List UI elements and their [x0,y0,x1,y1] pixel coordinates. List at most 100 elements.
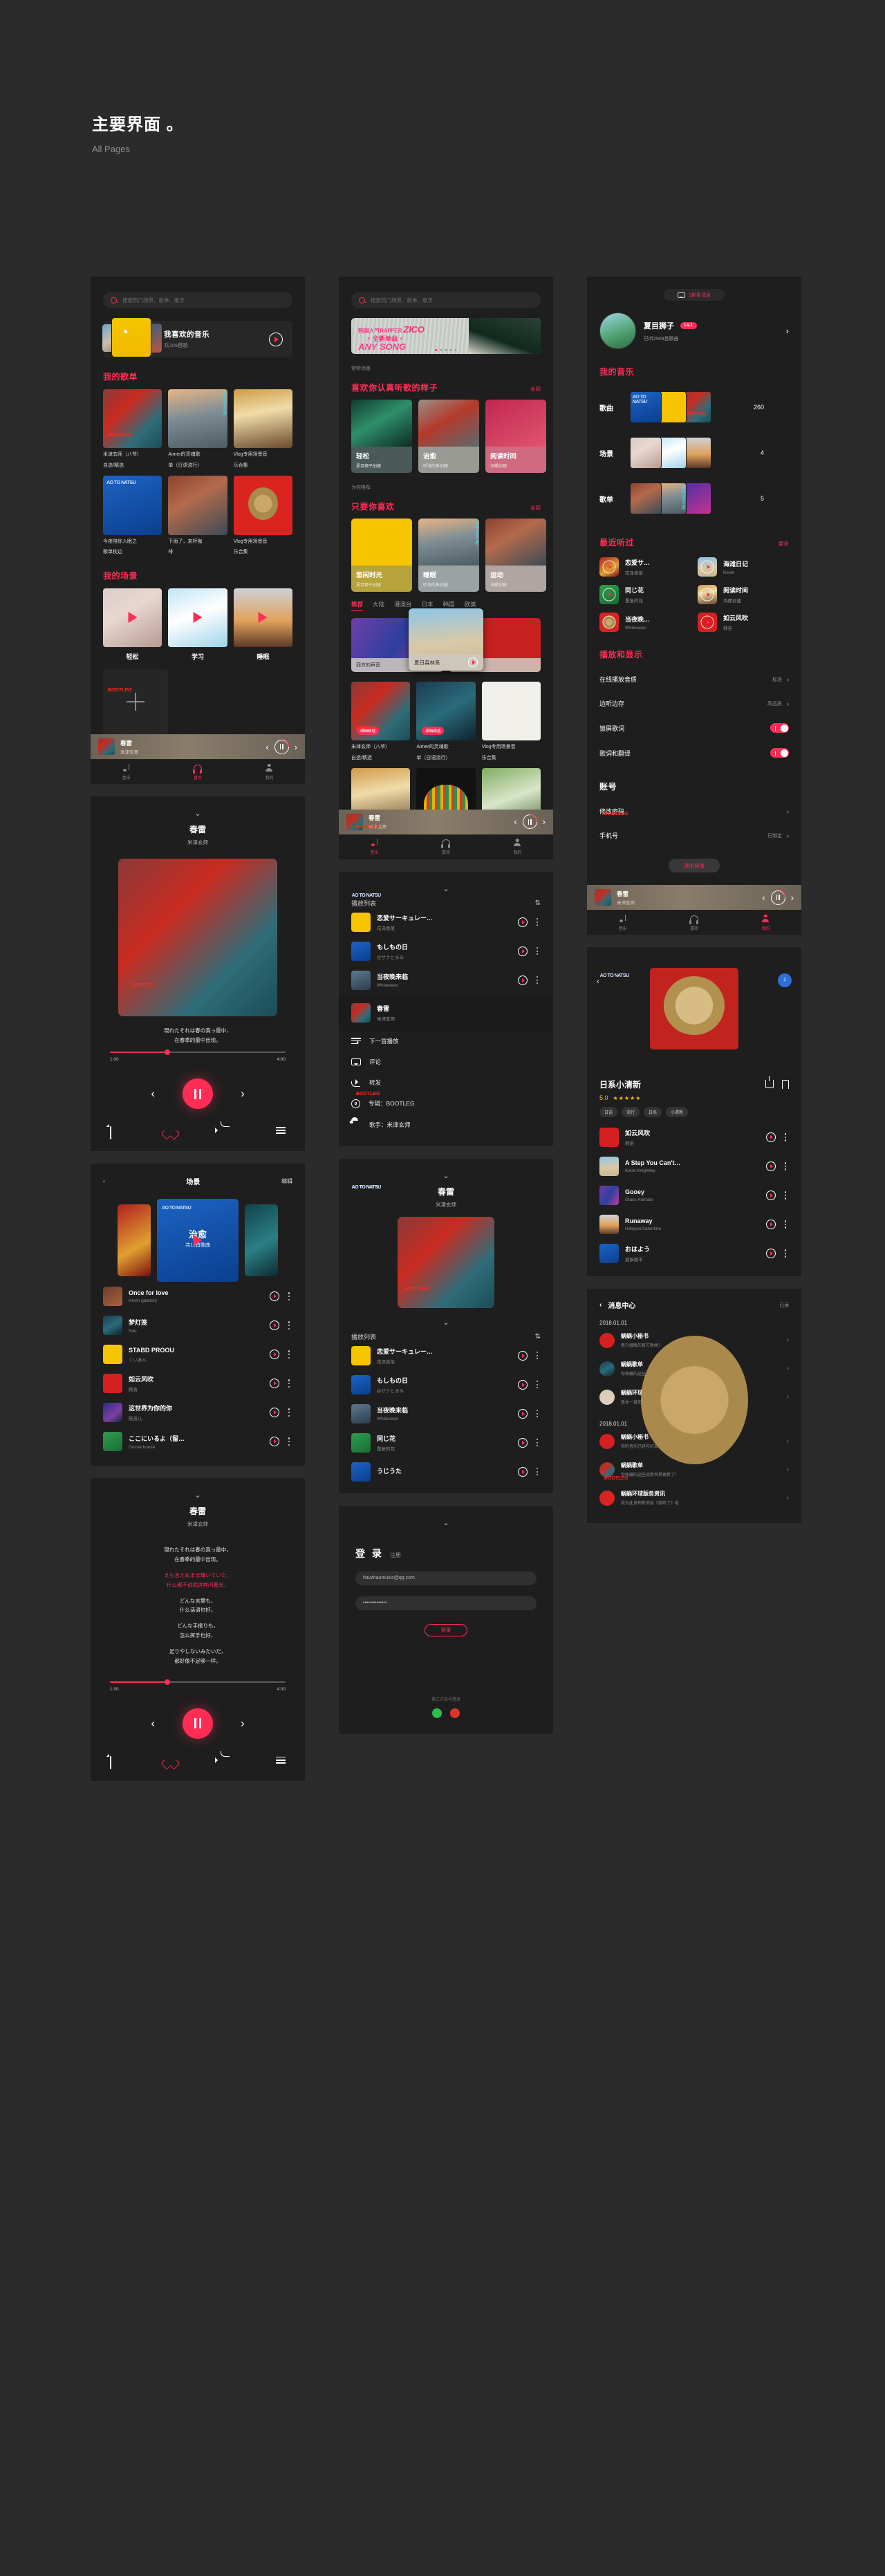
tab-western[interactable]: 欧美 [465,600,476,608]
next-icon[interactable]: › [791,893,794,902]
toggle-switch[interactable] [770,748,789,758]
chevron-down-icon[interactable]: ⌄ [91,796,305,818]
tab-music[interactable]: 音乐 [91,763,162,781]
more-icon[interactable] [286,1379,292,1388]
menu-item-play-next[interactable]: 下一首播放 [339,1031,553,1052]
next-button[interactable]: › [241,1717,245,1730]
progress-slider[interactable] [110,1679,286,1685]
play-icon[interactable] [518,917,528,927]
list-item[interactable]: 恋爱サーキュレー… 花泽香菜 [339,908,553,937]
list-item[interactable]: 蜗蜗环球版务资讯 我为此发布新消息《我听了》啦 › [587,1484,801,1512]
playlist-card[interactable]: 编辑精选 Aimer的灵魂歌 单（日语流行） [416,682,476,762]
carousel-dots[interactable] [435,349,457,351]
more-icon[interactable] [534,976,541,984]
recent-item[interactable]: 如云风吹 韩奋 [698,613,789,632]
list-item[interactable]: Once for love Kevin galatory [91,1282,305,1311]
more-icon[interactable] [534,1439,541,1447]
recent-item[interactable]: 海滩日记 Kevin [698,557,789,577]
mini-player[interactable]: 春雷 米津玄师 ‹ › [339,809,553,834]
play-icon[interactable] [270,1408,279,1418]
chevron-down-icon[interactable]: ⌄ [339,1506,553,1527]
more-icon[interactable] [782,1220,789,1229]
carousel-prev-card[interactable] [118,1204,151,1277]
scene-card[interactable]: 轻松 [103,588,162,661]
previous-icon[interactable]: ‹ [266,743,268,752]
recommend-card[interactable]: 运动 海螺创建 [485,519,546,592]
previous-icon[interactable]: ‹ [514,817,516,826]
pause-button[interactable] [183,1079,213,1110]
promo-banner[interactable]: 韩国人气RAPPER ZICO ⚡ 全新单曲 ⚡ ANY SONG [351,318,541,354]
tag[interactable]: 流行 [622,1107,640,1117]
list-item[interactable]: Gooey Glass Animals [587,1181,801,1210]
tab-mine[interactable]: 我的 [482,838,553,855]
play-icon[interactable] [193,612,203,624]
playlist-card[interactable]: Vlog专用场景音 乐合集 [233,476,292,556]
play-icon[interactable] [468,657,478,667]
back-icon[interactable]: ‹ [599,1301,602,1309]
chevron-down-icon[interactable]: ⌄ [339,872,553,893]
notification-badge[interactable]: 2 [778,973,792,987]
play-icon[interactable] [270,1320,279,1331]
more-icon[interactable] [286,1321,292,1329]
tab-likes[interactable]: 喜欢 [658,914,729,931]
recent-more-link[interactable]: 更多 [779,540,789,548]
list-item[interactable]: 如云风吹 韩奋 [91,1369,305,1398]
play-icon[interactable] [193,1235,203,1247]
search-input[interactable]: 搜索热门场景、歌单、歌手 [351,292,541,308]
tab-mine[interactable]: 我的 [730,914,801,931]
scene-carousel[interactable]: 治愈 共19首歌曲 [91,1199,305,1282]
play-icon[interactable] [258,612,268,624]
tab-korea[interactable]: 韩国 [443,600,455,608]
list-item[interactable]: 如云风吹 韩奋 [587,1123,801,1152]
recommend-card[interactable]: 睡眠听海的鱼创建 [418,519,479,592]
playlist-card[interactable]: Vlog专用场景音 乐合集 [481,682,541,762]
play-icon[interactable] [766,1249,776,1258]
setting-lyrics-translation[interactable]: 歌词和翻译 [587,740,801,765]
menu-item-artist[interactable]: 歌手：米津玄师 [339,1114,553,1135]
share-icon[interactable] [765,1076,774,1088]
list-item[interactable]: 恋爱サーキュレー… 花泽香菜 [339,1341,553,1370]
more-icon[interactable] [534,1381,541,1389]
edit-button[interactable]: 编辑 [281,1177,292,1185]
list-icon[interactable] [276,1756,286,1764]
message-pill[interactable]: 1新条消息 [664,289,725,301]
now-playing-row[interactable]: 春雷米津玄师 [339,994,553,1031]
list-item[interactable]: ここにいるよ（留… Gocse house [91,1427,305,1456]
play-icon[interactable] [518,1408,528,1419]
play-icon[interactable] [518,946,528,956]
next-icon[interactable]: › [543,817,546,826]
tab-mine[interactable]: 我的 [234,763,305,781]
play-icon[interactable] [518,975,528,985]
scene-card[interactable]: 治愈 听海的鱼创建 [418,400,479,473]
tab-likes[interactable]: 喜欢 [410,838,481,855]
recent-item[interactable]: 当夜晚… Whiteeeen [599,613,691,632]
menu-item-share[interactable]: 转发 [339,1072,553,1093]
play-icon[interactable] [518,1437,528,1448]
previous-icon[interactable]: ‹ [762,893,765,902]
setting-lockscreen-lyrics[interactable]: 锁屏歌词 [587,716,801,740]
list-item[interactable]: A Step You Can't… Keira Knightley [587,1152,801,1181]
bookmark-icon[interactable] [782,1080,789,1089]
pause-button[interactable] [183,1708,213,1739]
register-link[interactable]: 注册 [390,1551,401,1559]
section-all-link[interactable]: 全部 [530,385,541,393]
tag[interactable]: 日语 [599,1107,618,1117]
search-input[interactable]: 搜索热门场景、歌单、歌手 [103,292,292,308]
scene-card[interactable]: 睡眠 [233,588,292,661]
list-item[interactable]: おはよう夏酥飯市 [587,1239,801,1268]
featured-card-active[interactable]: 夏日森林系 [409,608,483,671]
recommend-card[interactable]: 悠闲时光 夏目狮子创建 [351,519,412,592]
category-tabs[interactable]: 推荐 大陆 港澳台 日本 韩国 欧美 [339,592,553,611]
play-icon[interactable] [270,1350,279,1360]
scene-card[interactable]: 学习 [168,588,227,661]
username-field[interactable]: havzhaomusic@qq.com [355,1571,537,1585]
more-icon[interactable] [286,1437,292,1446]
more-icon[interactable] [534,1410,541,1418]
list-item[interactable]: 当夜晚来临 Whiteeeen [339,1399,553,1428]
playlist-card[interactable]: 编辑精选 米津玄师（八爷） 自选/精选 [351,682,411,762]
scene-card[interactable]: 阅读时间 海螺创建 [485,400,546,473]
play-icon[interactable] [766,1191,776,1200]
chevron-right-icon[interactable]: › [786,326,789,336]
setting-save-while-listening[interactable]: 边听边存 高品质 › [587,691,801,716]
back-icon[interactable]: ‹ [597,978,599,986]
